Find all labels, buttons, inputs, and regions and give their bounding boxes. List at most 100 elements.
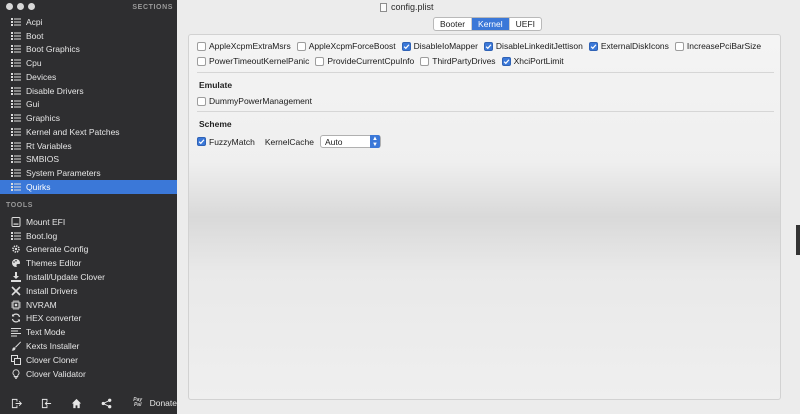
text-lines-icon	[11, 327, 21, 337]
sidebar-item-boot-log[interactable]: Boot.log	[0, 229, 177, 243]
list-icon	[11, 182, 21, 192]
lightbulb-icon	[11, 369, 21, 379]
scheme-heading: Scheme	[199, 119, 232, 129]
quirks-row-1: AppleXcpmExtraMsrs AppleXcpmForceBoost Dis…	[197, 41, 761, 51]
sidebar-item-label: Generate Config	[26, 244, 89, 255]
sidebar-item-kernel-and-kext-patches[interactable]: Kernel and Kext Patches	[0, 125, 177, 139]
sidebar-item-acpi[interactable]: Acpi	[0, 15, 177, 29]
checkbox-box[interactable]	[296, 41, 306, 51]
sidebar-item-label: Cpu	[26, 58, 42, 69]
emulate-row: DummyPowerManagement	[197, 96, 312, 106]
sidebar-item-text-mode[interactable]: Text Mode	[0, 325, 177, 339]
list-icon	[11, 31, 21, 41]
sidebar-item-install-drivers[interactable]: Install Drivers	[0, 284, 177, 298]
sidebar-item-hex-converter[interactable]: HEX converter	[0, 312, 177, 326]
checkbox-dummypowermanagement[interactable]: DummyPowerManagement	[197, 96, 312, 106]
sidebar-item-label: HEX converter	[26, 313, 82, 324]
checkbox-applexcpmforceboost[interactable]: AppleXcpmForceBoost	[296, 41, 396, 51]
checkbox-increasepcibarsize[interactable]: IncreasePciBarSize	[674, 41, 762, 51]
checkbox-fuzzymatch[interactable]: FuzzyMatch	[197, 137, 255, 147]
checkbox-box[interactable]	[483, 41, 493, 51]
checkbox-label: IncreasePciBarSize	[686, 41, 762, 51]
sidebar-item-devices[interactable]: Devices	[0, 70, 177, 84]
home-icon	[72, 398, 82, 408]
import-button[interactable]	[39, 395, 55, 411]
tab-booter[interactable]: Booter	[434, 18, 473, 30]
sidebar-item-kexts-installer[interactable]: Kexts Installer	[0, 339, 177, 353]
sidebar-item-system-parameters[interactable]: System Parameters	[0, 166, 177, 180]
checkbox-externaldiskicons[interactable]: ExternalDiskIcons	[588, 41, 669, 51]
sidebar-item-rt-variables[interactable]: Rt Variables	[0, 139, 177, 153]
sidebar-item-label: Kexts Installer	[26, 341, 80, 352]
sidebar-item-label: Quirks	[26, 181, 51, 192]
window-title: config.plist	[380, 2, 434, 12]
window-title-text: config.plist	[391, 2, 434, 12]
checkbox-disableiomapper[interactable]: DisableIoMapper	[401, 41, 478, 51]
checkbox-box[interactable]	[197, 41, 206, 51]
home-button[interactable]	[69, 395, 85, 411]
checkbox-label: ThirdPartyDrives	[432, 56, 496, 66]
checkbox-box[interactable]	[401, 41, 411, 51]
quirks-tabs: Booter Kernel UEFI	[433, 17, 542, 31]
tools-icon	[11, 286, 21, 296]
donate-button[interactable]: Pay Pal Donate	[129, 397, 177, 409]
kernel-cache-value: Auto	[324, 136, 343, 147]
sidebar-item-label: Graphics	[26, 113, 61, 124]
sidebar-item-clover-validator[interactable]: Clover Validator	[0, 367, 177, 381]
brush-icon	[11, 341, 21, 351]
checkbox-box[interactable]	[501, 56, 511, 66]
checkbox-box[interactable]	[197, 96, 206, 106]
sidebar-item-gui[interactable]: Gui	[0, 98, 177, 112]
sidebar-item-label: Text Mode	[26, 327, 66, 338]
checkbox-providecurrentcpuinfo[interactable]: ProvideCurrentCpuInfo	[315, 56, 414, 66]
list-icon	[11, 231, 21, 241]
checkbox-label: DummyPowerManagement	[209, 96, 312, 106]
close-window-button[interactable]	[6, 3, 13, 10]
sidebar-item-boot[interactable]: Boot	[0, 29, 177, 43]
checkbox-box[interactable]	[315, 56, 325, 66]
sidebar-item-label: NVRAM	[26, 299, 57, 310]
sidebar-item-clover-cloner[interactable]: Clover Cloner	[0, 353, 177, 367]
list-icon	[11, 113, 21, 123]
sidebar-bottom-bar: Pay Pal Donate	[0, 392, 177, 414]
checkbox-thirdpartydrives[interactable]: ThirdPartyDrives	[420, 56, 496, 66]
sidebar-item-quirks[interactable]: Quirks	[0, 180, 177, 194]
checkbox-xhciportlimit[interactable]: XhciPortLimit	[501, 56, 564, 66]
tab-kernel[interactable]: Kernel	[472, 18, 510, 30]
sidebar-item-generate-config[interactable]: Generate Config	[0, 243, 177, 257]
list-icon	[11, 127, 21, 137]
sidebar-item-nvram[interactable]: NVRAM	[0, 298, 177, 312]
checkbox-label: AppleXcpmForceBoost	[308, 41, 396, 51]
sidebar-item-smbios[interactable]: SMBIOS	[0, 153, 177, 167]
sidebar-item-graphics[interactable]: Graphics	[0, 111, 177, 125]
scheme-row: FuzzyMatch KernelCache Auto ▲ ▼	[197, 135, 381, 148]
sidebar-item-boot-graphics[interactable]: Boot Graphics	[0, 43, 177, 57]
tab-uefi[interactable]: UEFI	[510, 18, 541, 30]
checkbox-box[interactable]	[197, 56, 206, 66]
checkbox-powertimeoutkernelpanic[interactable]: PowerTimeoutKernelPanic	[197, 56, 309, 66]
sidebar-item-themes-editor[interactable]: Themes Editor	[0, 256, 177, 270]
window-edge-handle	[796, 225, 800, 255]
checkbox-box[interactable]	[197, 137, 206, 146]
checkbox-applexcpmextramsrs[interactable]: AppleXcpmExtraMsrs	[197, 41, 291, 51]
sections-list: Acpi Boot Boot Graphics Cpu Devices Disable D…	[0, 15, 177, 194]
import-icon	[42, 398, 52, 408]
sidebar-item-cpu[interactable]: Cpu	[0, 56, 177, 70]
minimize-window-button[interactable]	[17, 3, 24, 10]
checkbox-disablelinkeditjettison[interactable]: DisableLinkeditJettison	[483, 41, 583, 51]
sidebar-item-disable-drivers[interactable]: Disable Drivers	[0, 84, 177, 98]
checkbox-box[interactable]	[420, 56, 430, 66]
sidebar-item-install-update-clover[interactable]: Install/Update Clover	[0, 270, 177, 284]
exit-button[interactable]	[9, 395, 25, 411]
sidebar-item-mount-efi[interactable]: Mount EFI	[0, 215, 177, 229]
checkbox-box[interactable]	[588, 41, 598, 51]
share-button[interactable]	[99, 395, 115, 411]
list-icon	[11, 58, 21, 68]
paypal-icon: Pay Pal	[133, 397, 143, 408]
kernel-cache-select[interactable]: Auto ▲ ▼	[319, 135, 381, 148]
zoom-window-button[interactable]	[28, 3, 35, 10]
checkbox-label: DisableLinkeditJettison	[495, 41, 583, 51]
checkbox-label: XhciPortLimit	[513, 56, 564, 66]
checkbox-box[interactable]	[674, 41, 684, 51]
chip-icon	[11, 299, 21, 310]
